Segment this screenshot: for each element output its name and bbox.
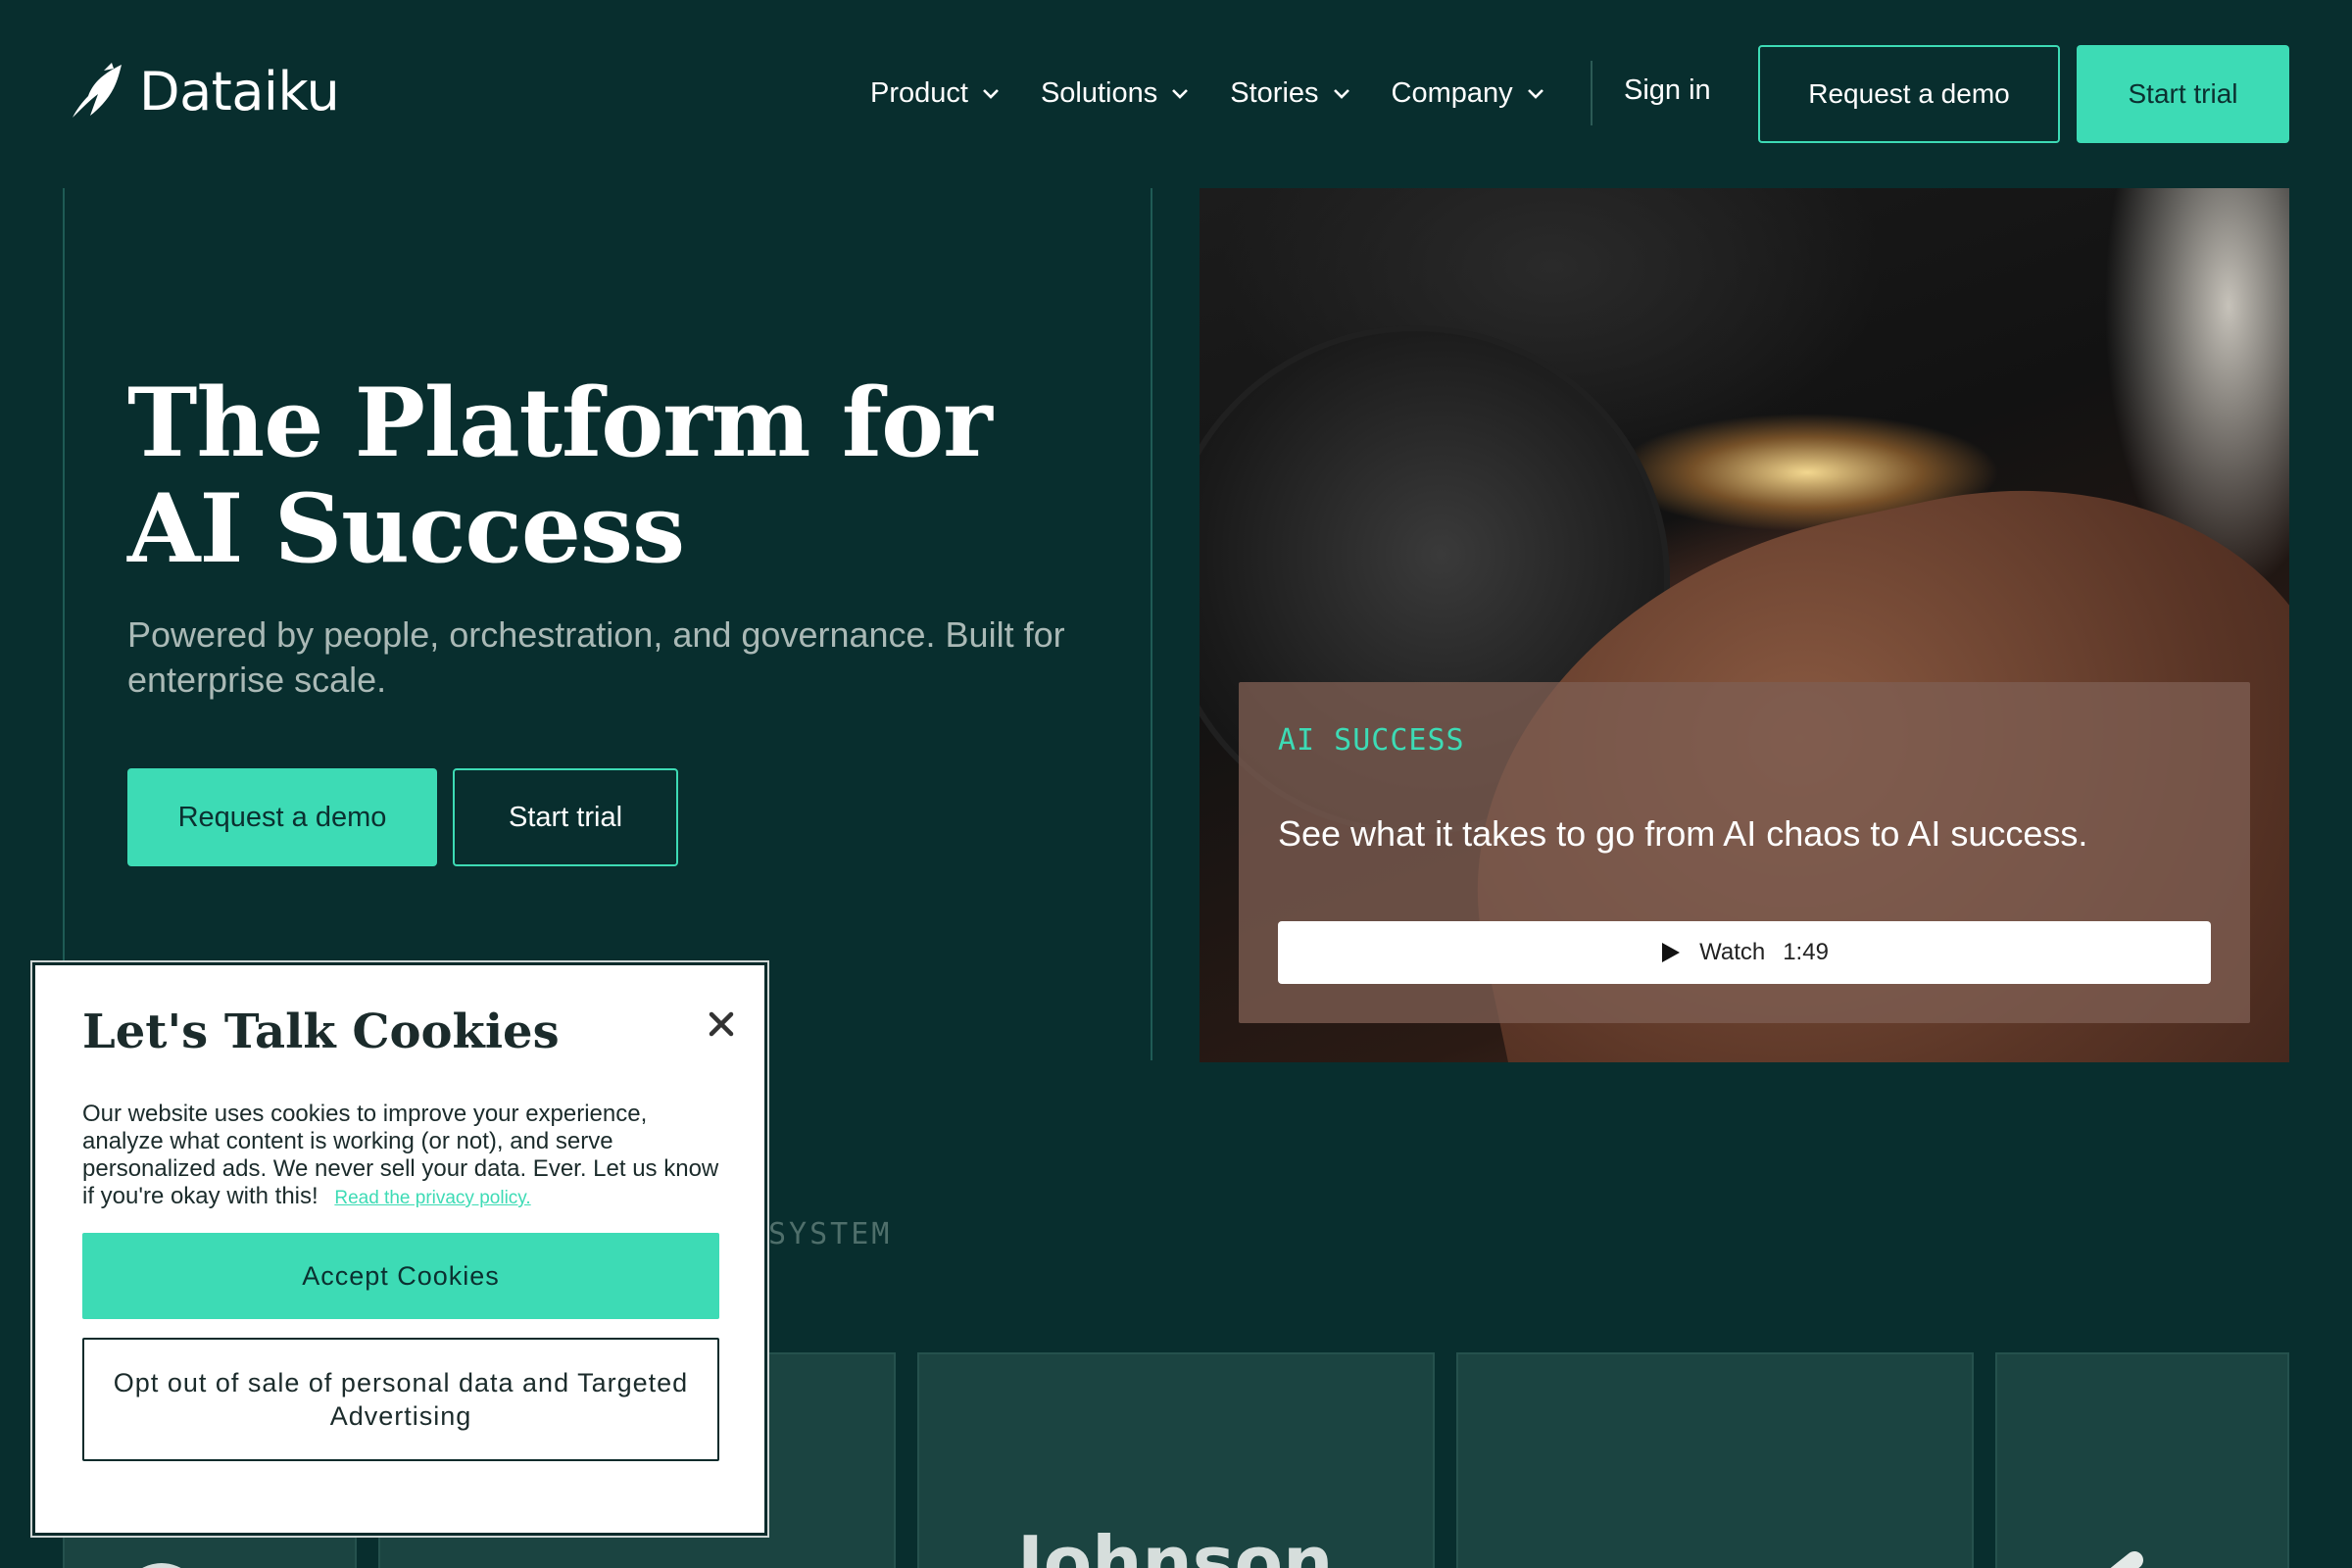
partner-logo-card	[1995, 1352, 2289, 1568]
hero-title: The Platform for AI Success	[127, 368, 993, 584]
nav-company[interactable]: Company	[1392, 77, 1546, 110]
sign-in-link[interactable]: Sign in	[1624, 74, 1711, 107]
partner-logo-icon	[488, 1531, 802, 1568]
accept-cookies-button[interactable]: Accept Cookies	[82, 1233, 719, 1319]
partner-logo-icon	[142, 1563, 181, 1568]
hero-left-rule	[63, 188, 65, 1070]
bird-logo-icon	[73, 63, 122, 118]
play-icon	[1662, 943, 1681, 962]
cookie-title: Let's Talk Cookies	[82, 1004, 560, 1059]
request-demo-button[interactable]: Request a demo	[1758, 45, 2060, 143]
nav-stories[interactable]: Stories	[1230, 77, 1351, 110]
main-nav: Product Solutions Stories Company	[870, 64, 1586, 122]
cookie-body: Our website uses cookies to improve your…	[82, 1101, 729, 1212]
close-button[interactable]	[702, 1004, 741, 1044]
nav-stories-label: Stories	[1230, 76, 1319, 109]
dataiku-logo[interactable]: Dataiku	[69, 57, 340, 125]
cookie-consent-dialog: Let's Talk Cookies Our website uses cook…	[32, 962, 767, 1536]
watch-video-button[interactable]: Watch 1:49	[1278, 921, 2211, 984]
partner-logo-icon	[2110, 1551, 2143, 1568]
video-card: AI SUCCESS See what it takes to go from …	[1239, 682, 2250, 1023]
video-eyebrow: AI SUCCESS	[1278, 723, 1465, 758]
nav-company-label: Company	[1391, 76, 1513, 109]
hero-subtitle: Powered by people, orchestration, and go…	[127, 614, 1065, 700]
partner-logo-card: Johnson	[917, 1352, 1435, 1568]
close-icon	[709, 1011, 734, 1037]
site-header: Dataiku Product Solutions Stories Compan…	[0, 0, 2352, 186]
hero-request-demo-button[interactable]: Request a demo	[127, 768, 437, 866]
logo-wordmark: Dataiku	[139, 60, 340, 122]
chevron-down-icon	[1527, 89, 1544, 99]
watch-label: Watch	[1699, 939, 1766, 965]
video-title: See what it takes to go from AI chaos to…	[1278, 813, 2088, 854]
nav-product[interactable]: Product	[870, 77, 1002, 110]
opt-out-button[interactable]: Opt out of sale of personal data and Tar…	[82, 1338, 719, 1461]
hero-start-trial-button[interactable]: Start trial	[453, 768, 678, 866]
partners-heading: SYSTEM	[768, 1217, 893, 1251]
video-duration: 1:49	[1783, 939, 1829, 965]
hero-mid-rule	[1151, 188, 1152, 1060]
partner-logo-card	[1456, 1352, 1974, 1568]
chevron-down-icon	[1333, 89, 1349, 99]
chevron-down-icon	[983, 89, 999, 99]
nav-solutions-label: Solutions	[1040, 76, 1158, 109]
nav-solutions[interactable]: Solutions	[1041, 77, 1191, 110]
privacy-policy-link[interactable]: Read the privacy policy.	[334, 1188, 530, 1208]
chevron-down-icon	[1172, 89, 1189, 99]
nav-product-label: Product	[870, 76, 968, 109]
partner-logo-text: Johnson	[1017, 1521, 1334, 1568]
start-trial-button[interactable]: Start trial	[2077, 45, 2289, 143]
nav-divider	[1591, 61, 1592, 125]
